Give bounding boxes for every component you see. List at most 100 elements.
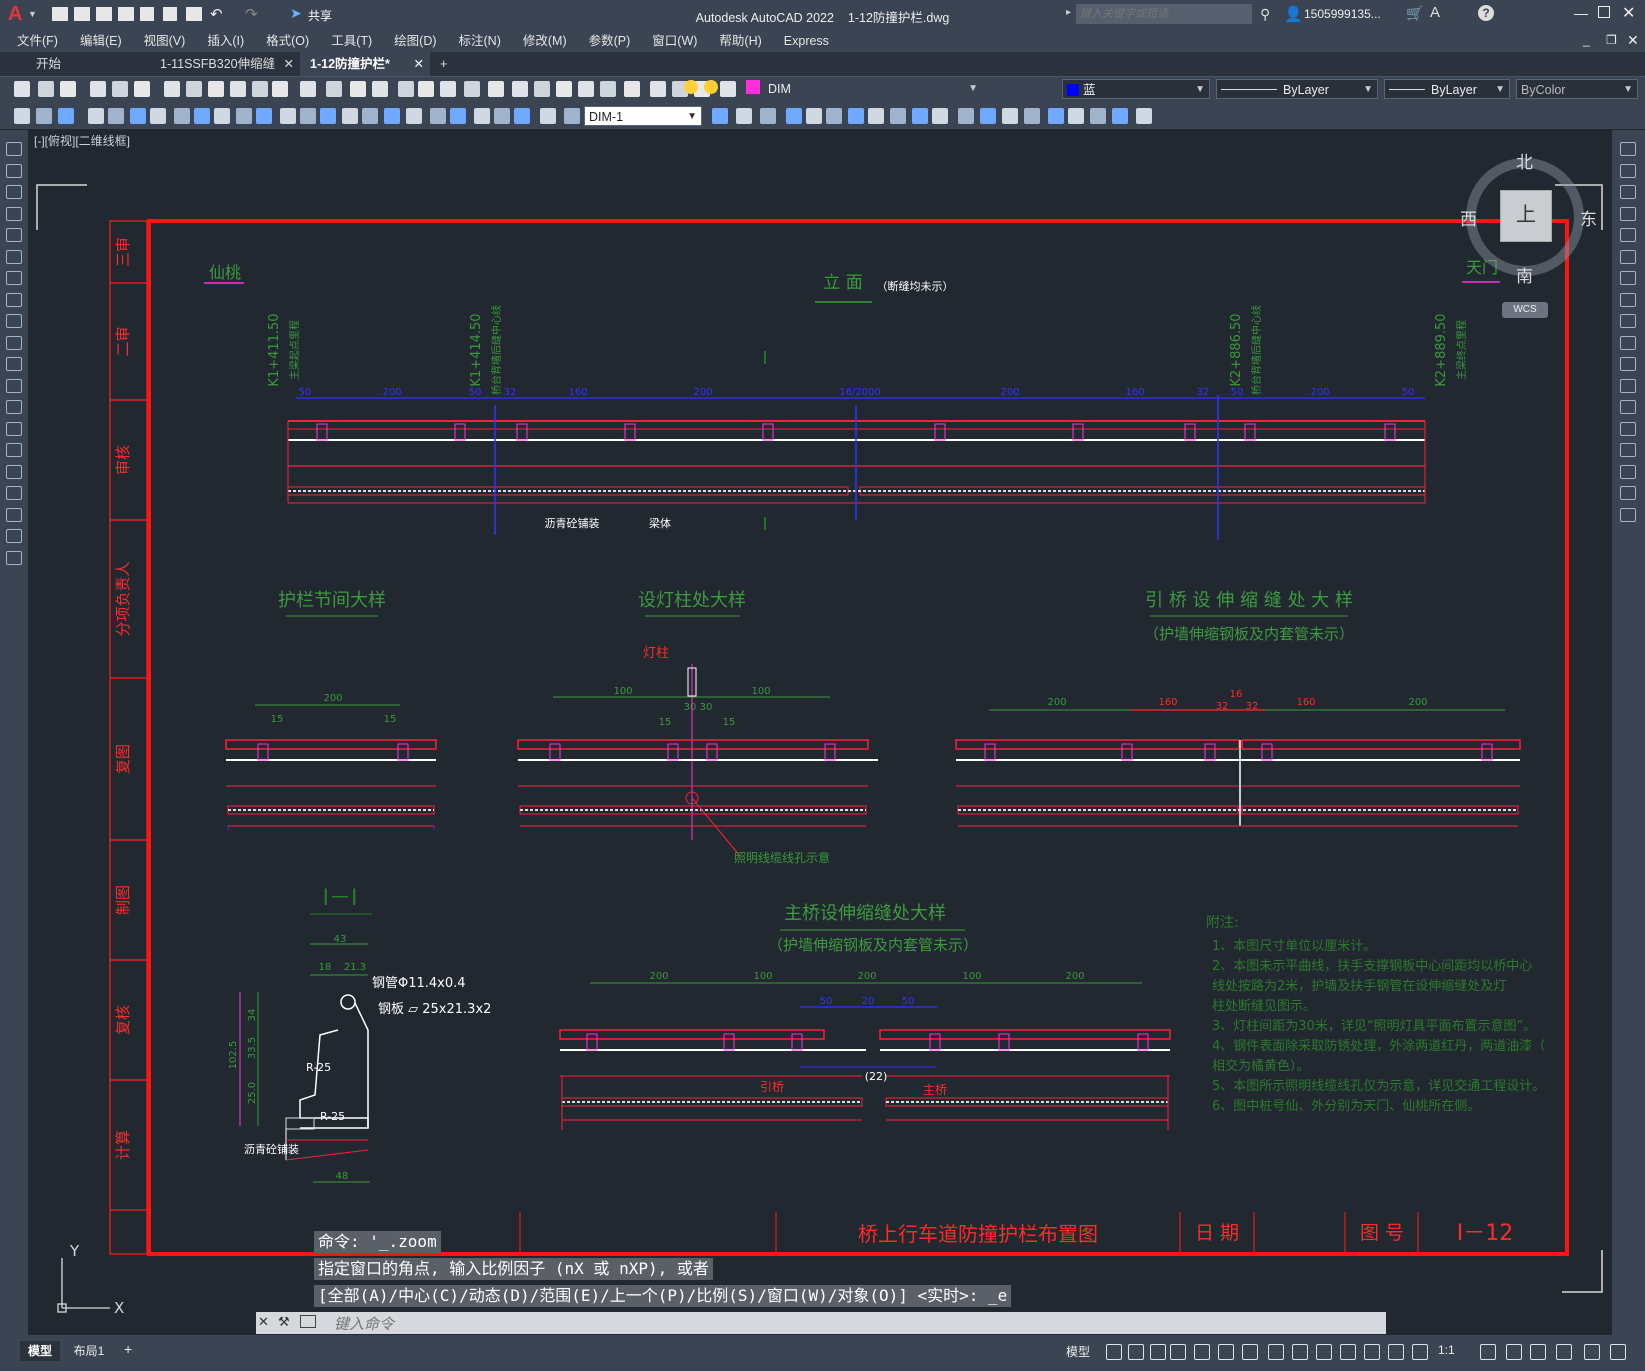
toolbar-button-icon[interactable] [350,81,366,97]
toolbar-button-icon[interactable] [384,108,400,124]
toolbar-button-icon[interactable] [514,108,530,124]
draw-tool-icon[interactable] [6,550,22,565]
toolbar-button-icon[interactable] [712,108,728,124]
plotstyle-dropdown[interactable]: ByColor ▼ [1516,79,1638,99]
status-toggle-icon[interactable] [1364,1344,1380,1360]
status-toggle-icon[interactable] [1242,1344,1258,1360]
modify-tool-icon[interactable] [1620,357,1636,371]
new-tab-button[interactable]: + [430,52,460,76]
linetype-dropdown[interactable]: ByLayer ▼ [1216,79,1378,99]
draw-tool-icon[interactable] [6,249,22,264]
draw-tool-icon[interactable] [6,142,22,156]
modify-tool-icon[interactable] [1620,228,1636,242]
toolbar-button-icon[interactable] [60,81,76,97]
status-toggle-icon[interactable] [1194,1344,1210,1360]
toolbar-button-icon[interactable] [1090,108,1106,124]
tab-1-12[interactable]: 1-12防撞护栏* ✕ [300,52,430,76]
draw-tool-icon[interactable] [6,228,22,242]
toolbar-button-icon[interactable] [406,108,422,124]
menu-item[interactable]: 视图(V) [133,30,197,52]
toolbar-button-icon[interactable] [890,108,906,124]
toolbar-button-icon[interactable] [418,81,434,97]
menu-item[interactable]: 编辑(E) [69,30,133,52]
status-toggle-icon[interactable] [1412,1344,1428,1360]
toolbar-button-icon[interactable] [90,81,106,97]
menu-item[interactable]: 窗口(W) [641,30,708,52]
draw-tool-icon[interactable] [6,443,22,457]
tab-close-icon[interactable]: ✕ [284,52,294,76]
draw-tool-icon[interactable] [6,206,22,221]
tab-model[interactable]: 模型 [20,1341,60,1361]
toolbar-button-icon[interactable] [88,108,104,124]
doc-close-icon[interactable]: ✕ [1627,32,1639,49]
status-toggle-icon[interactable] [1292,1344,1308,1360]
model-space-button[interactable]: 模型 [1066,1343,1090,1360]
draw-tool-icon[interactable] [6,507,22,522]
wcs-menu[interactable]: WCS [1502,302,1548,318]
toolbar-button-icon[interactable] [564,108,580,124]
toolbar-button-icon[interactable] [786,108,802,124]
menu-item[interactable]: 格式(O) [255,30,320,52]
status-toggle-icon[interactable] [1106,1344,1122,1360]
toolbar-button-icon[interactable] [320,108,336,124]
toolbar-button-icon[interactable] [1048,108,1064,124]
modify-tool-icon[interactable] [1620,443,1636,457]
toolbar-button-icon[interactable] [736,108,752,124]
modify-tool-icon[interactable] [1620,142,1636,156]
modify-tool-icon[interactable] [1620,249,1636,264]
viewcube-top-face[interactable]: 上 [1500,190,1552,242]
maximize-icon[interactable] [1598,6,1610,18]
toolbar-button-icon[interactable] [650,81,666,97]
toolbar-button-icon[interactable] [300,108,316,124]
toolbar-button-icon[interactable] [440,81,456,97]
status-toggle-icon[interactable] [1388,1344,1404,1360]
toolbar-button-icon[interactable] [1136,108,1152,124]
status-toggle-icon[interactable] [1506,1344,1522,1360]
modify-tool-icon[interactable] [1620,486,1636,500]
modify-tool-icon[interactable] [1620,400,1636,414]
layer-dropdown[interactable]: DIM ▼ [764,79,982,99]
toolbar-button-icon[interactable] [760,108,776,124]
toolbar-button-icon[interactable] [150,108,166,124]
layer-on-icon[interactable] [684,80,698,94]
draw-tool-icon[interactable] [6,464,22,479]
toolbar-button-icon[interactable] [186,81,202,97]
toolbar-button-icon[interactable] [252,81,268,97]
lineweight-dropdown[interactable]: ByLayer ▼ [1384,79,1510,99]
draw-tool-icon[interactable] [6,335,22,350]
toolbar-button-icon[interactable] [362,108,378,124]
modify-tool-icon[interactable] [1620,314,1636,328]
toolbar-button-icon[interactable] [868,108,884,124]
toolbar-button-icon[interactable] [300,81,316,97]
toolbar-button-icon[interactable] [372,81,388,97]
draw-tool-icon[interactable] [6,400,22,414]
modify-tool-icon[interactable] [1620,271,1636,285]
status-toggle-icon[interactable] [1556,1344,1572,1360]
status-toggle-icon[interactable] [1530,1344,1546,1360]
modify-tool-icon[interactable] [1620,464,1636,479]
modify-tool-icon[interactable] [1620,378,1636,393]
doc-minimize-icon[interactable]: _ [1583,33,1590,47]
toolbar-button-icon[interactable] [578,81,594,97]
toolbar-button-icon[interactable] [980,108,996,124]
menu-item[interactable]: Express [773,30,840,52]
toolbar-button-icon[interactable] [430,108,446,124]
modify-tool-icon[interactable] [1620,335,1636,350]
status-toggle-icon[interactable] [1340,1344,1356,1360]
tab-1-11[interactable]: 1-11SSFB320伸缩缝 ✕ [150,52,300,76]
toolbar-button-icon[interactable] [556,81,572,97]
toolbar-button-icon[interactable] [208,81,224,97]
toolbar-button-icon[interactable] [108,108,124,124]
menu-item[interactable]: 插入(I) [196,30,255,52]
draw-tool-icon[interactable] [6,314,22,328]
draw-tool-icon[interactable] [6,292,22,307]
status-toggle-icon[interactable] [1218,1344,1234,1360]
toolbar-button-icon[interactable] [214,108,230,124]
status-toggle-icon[interactable] [1170,1344,1186,1360]
viewcube-north[interactable]: 北 [1516,148,1533,173]
status-toggle-icon[interactable] [1610,1344,1626,1360]
toolbar-button-icon[interactable] [36,108,52,124]
toolbar-button-icon[interactable] [130,108,146,124]
viewcube-south[interactable]: 南 [1516,262,1533,287]
draw-tool-icon[interactable] [6,529,22,543]
